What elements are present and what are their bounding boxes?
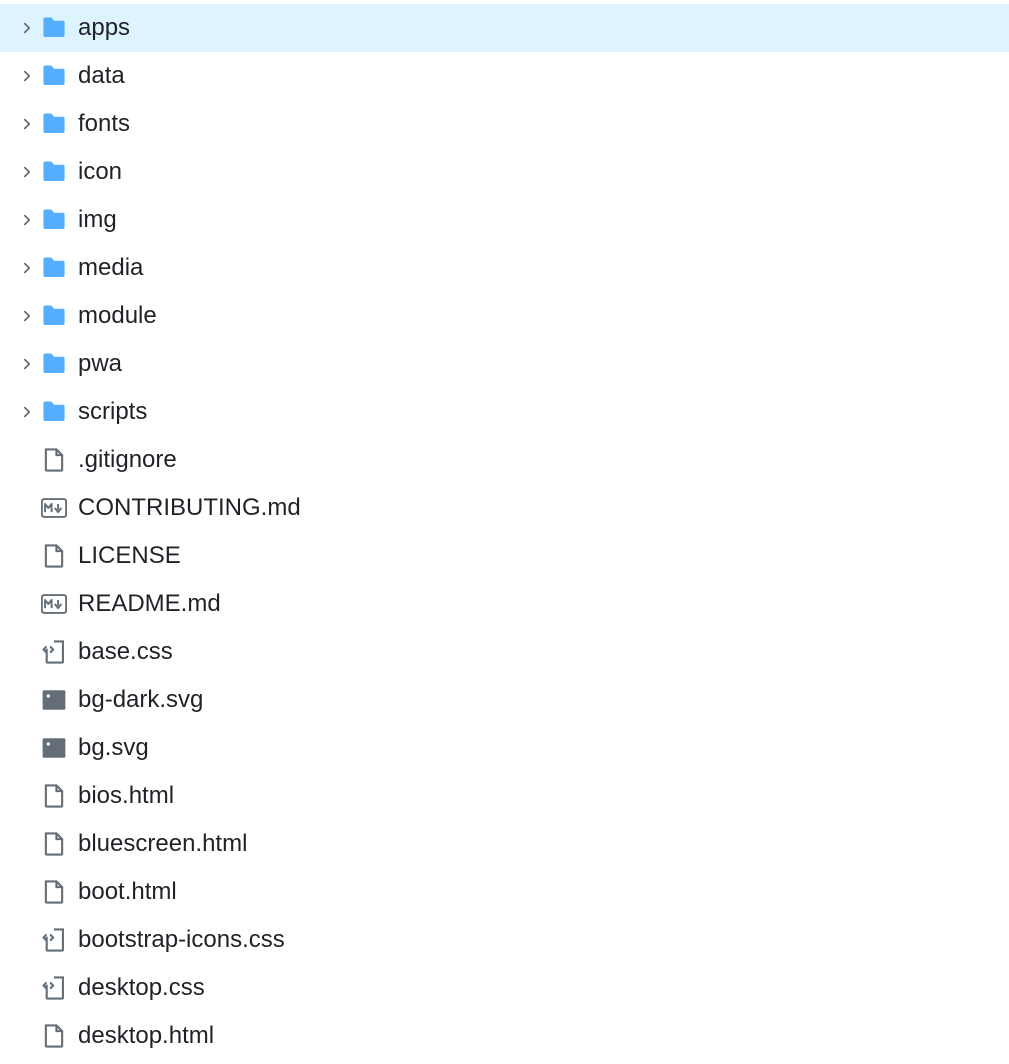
tree-item-label: .gitignore (78, 446, 177, 474)
folder-icon (40, 62, 68, 90)
file-icon (40, 782, 68, 810)
folder-icon (40, 350, 68, 378)
folder-icon (40, 254, 68, 282)
tree-item-label: desktop.css (78, 974, 205, 1002)
file-tree: apps data fonts icon img media module pwa script… (0, 0, 1009, 1060)
tree-item-label: README.md (78, 590, 221, 618)
chevron-right-icon[interactable] (18, 213, 36, 227)
tree-item-label: base.css (78, 638, 173, 666)
tree-item-fonts[interactable]: fonts (0, 100, 1009, 148)
chevron-right-icon[interactable] (18, 117, 36, 131)
tree-item-module[interactable]: module (0, 292, 1009, 340)
tree-item-label: img (78, 206, 117, 234)
markdown-icon (40, 590, 68, 618)
tree-item-label: pwa (78, 350, 122, 378)
tree-item-label: icon (78, 158, 122, 186)
tree-item-label: bootstrap-icons.css (78, 926, 285, 954)
tree-item-desktop-html[interactable]: desktop.html (0, 1012, 1009, 1060)
folder-icon (40, 302, 68, 330)
tree-item-label: desktop.html (78, 1022, 214, 1050)
tree-item-label: apps (78, 14, 130, 42)
chevron-right-icon[interactable] (18, 165, 36, 179)
chevron-right-icon[interactable] (18, 69, 36, 83)
tree-item-desktop-css[interactable]: desktop.css (0, 964, 1009, 1012)
tree-item-icon[interactable]: icon (0, 148, 1009, 196)
tree-item-label: LICENSE (78, 542, 181, 570)
chevron-right-icon[interactable] (18, 357, 36, 371)
tree-item-label: fonts (78, 110, 130, 138)
tree-item-bios-html[interactable]: bios.html (0, 772, 1009, 820)
tree-item-img[interactable]: img (0, 196, 1009, 244)
tree-item-media[interactable]: media (0, 244, 1009, 292)
folder-icon (40, 14, 68, 42)
chevron-right-icon[interactable] (18, 21, 36, 35)
tree-item-apps[interactable]: apps (0, 4, 1009, 52)
tree-item-label: data (78, 62, 125, 90)
chevron-right-icon[interactable] (18, 405, 36, 419)
tree-item-base-css[interactable]: base.css (0, 628, 1009, 676)
file-icon (40, 446, 68, 474)
tree-item-label: boot.html (78, 878, 177, 906)
tree-item-label: CONTRIBUTING.md (78, 494, 301, 522)
tree-item-label: scripts (78, 398, 147, 426)
tree-item-label: bios.html (78, 782, 174, 810)
file-icon (40, 1022, 68, 1050)
tree-item-label: bluescreen.html (78, 830, 247, 858)
folder-icon (40, 398, 68, 426)
tree-item-label: bg-dark.svg (78, 686, 203, 714)
tree-item-pwa[interactable]: pwa (0, 340, 1009, 388)
tree-item-readme-md[interactable]: README.md (0, 580, 1009, 628)
tree-item-scripts[interactable]: scripts (0, 388, 1009, 436)
tree-item-boot-html[interactable]: boot.html (0, 868, 1009, 916)
chevron-right-icon[interactable] (18, 309, 36, 323)
markdown-icon (40, 494, 68, 522)
tree-item-label: media (78, 254, 143, 282)
tree-item-bootstrap-icons-css[interactable]: bootstrap-icons.css (0, 916, 1009, 964)
folder-icon (40, 110, 68, 138)
image-icon (40, 686, 68, 714)
tree-item-data[interactable]: data (0, 52, 1009, 100)
code-file-icon (40, 926, 68, 954)
code-file-icon (40, 974, 68, 1002)
folder-icon (40, 158, 68, 186)
tree-item-bluescreen-html[interactable]: bluescreen.html (0, 820, 1009, 868)
tree-item-bg-dark-svg[interactable]: bg-dark.svg (0, 676, 1009, 724)
image-icon (40, 734, 68, 762)
chevron-right-icon[interactable] (18, 261, 36, 275)
tree-item-contributing-md[interactable]: CONTRIBUTING.md (0, 484, 1009, 532)
folder-icon (40, 206, 68, 234)
file-icon (40, 542, 68, 570)
code-file-icon (40, 638, 68, 666)
file-icon (40, 830, 68, 858)
tree-item--gitignore[interactable]: .gitignore (0, 436, 1009, 484)
file-icon (40, 878, 68, 906)
tree-item-license[interactable]: LICENSE (0, 532, 1009, 580)
tree-item-label: module (78, 302, 157, 330)
tree-item-bg-svg[interactable]: bg.svg (0, 724, 1009, 772)
tree-item-label: bg.svg (78, 734, 149, 762)
